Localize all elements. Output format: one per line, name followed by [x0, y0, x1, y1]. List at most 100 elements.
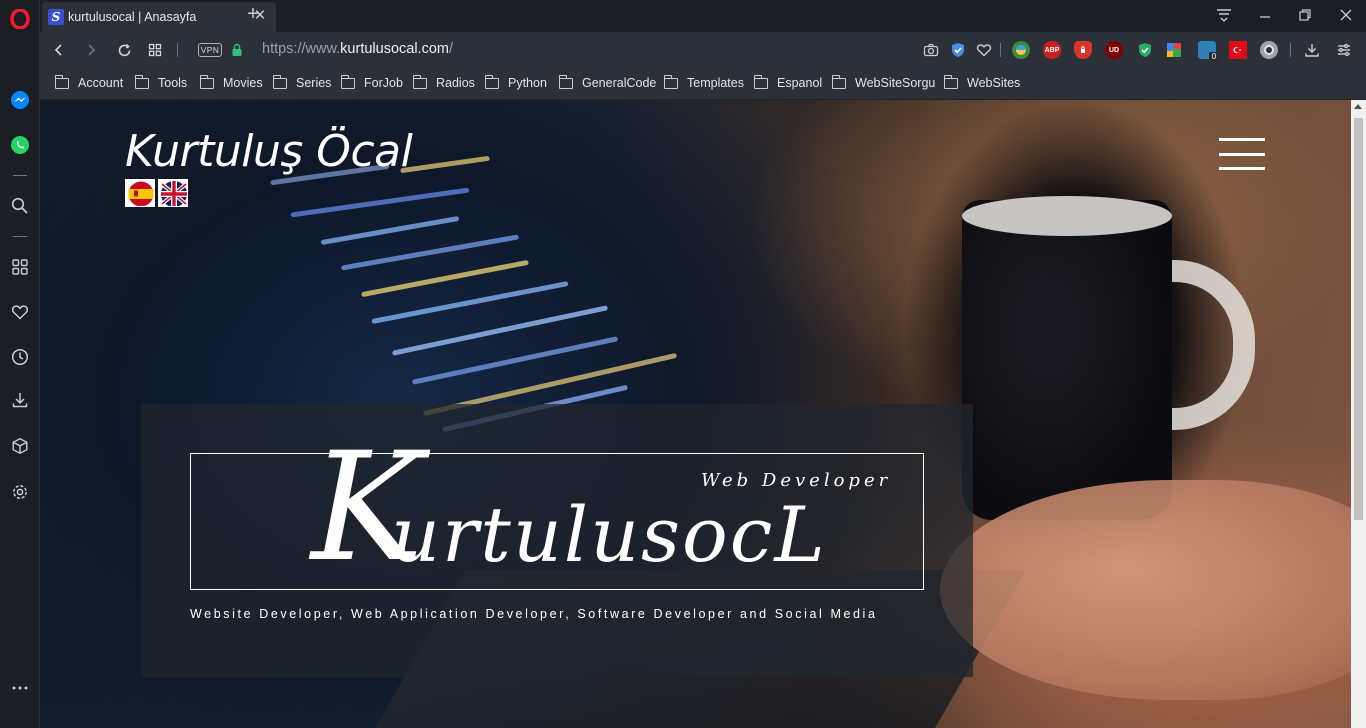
cube-icon[interactable]	[9, 435, 31, 457]
bookmark-label: Movies	[223, 76, 263, 90]
hero-subtitle: Website Developer, Web Application Devel…	[190, 607, 878, 621]
brave-shield-icon[interactable]	[1074, 41, 1092, 59]
folder-icon	[663, 74, 678, 89]
lock-icon[interactable]	[226, 39, 248, 61]
toolbar-divider	[1290, 43, 1291, 57]
new-tab-plus-icon[interactable]: +	[242, 4, 264, 26]
bookmark-label: WebSites	[967, 76, 1021, 90]
tab-strip: S kurtulusocal | Anasayfa ✕ +	[40, 0, 1366, 32]
bookmark-folder-account[interactable]: Account	[54, 74, 124, 90]
bookmark-label: Tools	[158, 76, 188, 90]
camera-icon[interactable]	[922, 41, 940, 59]
tab-title: kurtulusocal | Anasayfa	[68, 10, 197, 24]
bookmark-label: Series	[296, 76, 332, 90]
page-viewport: Kurtuluş Öcal K urtulusocL Web Developer…	[40, 100, 1351, 728]
bookmark-folder-websites[interactable]: WebSites	[943, 74, 1021, 90]
easy-setup-icon[interactable]	[1335, 41, 1353, 59]
vpn-badge[interactable]: VPN	[198, 43, 222, 57]
close-window-icon[interactable]	[1334, 4, 1358, 26]
bookmark-folder-python[interactable]: Python	[484, 74, 547, 90]
speed-dial-grid-icon[interactable]	[144, 39, 166, 61]
opera-sidebar	[0, 0, 40, 728]
site-title[interactable]: Kurtuluş Öcal	[125, 126, 413, 177]
forward-arrow-icon[interactable]	[80, 39, 102, 61]
address-bar: VPN https://www.kurtulusocal.com/ ABP UD…	[40, 32, 1366, 68]
logo-tagline: Web Developer	[701, 470, 892, 491]
hero-box: K urtulusocL Web Developer Website Devel…	[141, 404, 973, 677]
folder-icon	[412, 74, 427, 89]
bookmark-label: Radios	[436, 76, 475, 90]
more-icon[interactable]	[9, 677, 31, 699]
extension-badge-count: 0	[1209, 52, 1219, 62]
url-suffix: /	[448, 41, 453, 57]
turkey-flag-icon[interactable]	[1229, 41, 1247, 59]
sidebar-separator	[13, 175, 27, 176]
settings-icon[interactable]	[9, 481, 31, 503]
bookmark-label: Account	[78, 76, 124, 90]
history-icon[interactable]	[9, 346, 31, 368]
folder-icon	[831, 74, 846, 89]
google-translate-icon[interactable]	[1165, 41, 1183, 59]
circle-extension-icon[interactable]	[1260, 41, 1278, 59]
folder-icon	[134, 74, 149, 89]
logo-text: urtulusocL	[391, 490, 827, 579]
heart-outline-icon[interactable]	[975, 41, 993, 59]
bookmark-folder-espanol[interactable]: Espanol	[753, 74, 823, 90]
shield-check-icon[interactable]	[949, 41, 967, 59]
tab-active[interactable]: S kurtulusocal | Anasayfa ✕	[42, 2, 276, 32]
downloads-icon[interactable]	[1303, 41, 1321, 59]
bookmark-folder-series[interactable]: Series	[272, 74, 332, 90]
ublock-origin-icon[interactable]: UD	[1105, 41, 1123, 59]
folder-icon	[340, 74, 355, 89]
whatsapp-icon[interactable]	[9, 134, 31, 156]
search-icon[interactable]	[9, 195, 31, 217]
folder-icon	[943, 74, 958, 89]
url-domain: kurtulusocal.com	[340, 41, 449, 57]
adblock-plus-icon[interactable]: ABP	[1043, 41, 1061, 59]
restore-icon[interactable]	[1293, 4, 1317, 26]
url-field[interactable]: https://www.kurtulusocal.com/	[262, 41, 453, 57]
bookmark-folder-movies[interactable]: Movies	[199, 74, 263, 90]
green-shield-icon[interactable]	[1136, 41, 1154, 59]
sidebar-separator	[13, 236, 27, 237]
bookmark-label: Python	[508, 76, 547, 90]
reload-icon[interactable]	[113, 39, 135, 61]
bookmark-label: WebSiteSorgu	[855, 76, 936, 90]
green-extension-icon[interactable]	[1012, 41, 1030, 59]
bookmark-folder-tools[interactable]: Tools	[134, 74, 188, 90]
coffee-mug	[962, 200, 1172, 520]
download-icon[interactable]	[9, 389, 31, 411]
scroll-thumb[interactable]	[1354, 118, 1363, 520]
scroll-up-arrow-icon[interactable]	[1354, 104, 1362, 109]
bookmark-folder-websitesorgu[interactable]: WebSiteSorgu	[831, 74, 936, 90]
site-favicon-icon: S	[48, 9, 64, 25]
back-arrow-icon[interactable]	[48, 39, 70, 61]
folder-icon	[272, 74, 287, 89]
uk-flag-icon[interactable]	[158, 179, 188, 207]
page-scrollbar[interactable]	[1351, 100, 1366, 728]
bookmark-label: Espanol	[777, 76, 823, 90]
folder-icon	[753, 74, 768, 89]
folder-icon	[484, 74, 499, 89]
bookmark-folder-templates[interactable]: Templates	[663, 74, 744, 90]
opera-logo-icon[interactable]	[9, 8, 31, 30]
hamburger-menu-icon[interactable]	[1219, 138, 1265, 170]
bookmark-label: ForJob	[364, 76, 403, 90]
bookmarks-bar: Account Tools Movies Series ForJob Radio…	[40, 68, 1366, 100]
bookmark-folder-forjob[interactable]: ForJob	[340, 74, 403, 90]
speed-dial-icon[interactable]	[9, 256, 31, 278]
logo-frame: K urtulusocL Web Developer	[190, 428, 924, 590]
bookmark-folder-generalcode[interactable]: GeneralCode	[558, 74, 657, 90]
spain-flag-icon[interactable]	[125, 179, 155, 207]
heart-icon[interactable]	[9, 301, 31, 323]
minimize-icon[interactable]	[1253, 4, 1277, 26]
bookmark-label: Templates	[687, 76, 744, 90]
folder-icon	[199, 74, 214, 89]
mug-rim	[962, 196, 1172, 236]
bookmark-label: GeneralCode	[582, 76, 657, 90]
messenger-icon[interactable]	[9, 89, 31, 111]
url-prefix: https://www.	[262, 41, 341, 57]
toolbar-divider	[1000, 43, 1001, 57]
bookmark-folder-radios[interactable]: Radios	[412, 74, 475, 90]
tab-menu-icon[interactable]	[1212, 4, 1236, 26]
